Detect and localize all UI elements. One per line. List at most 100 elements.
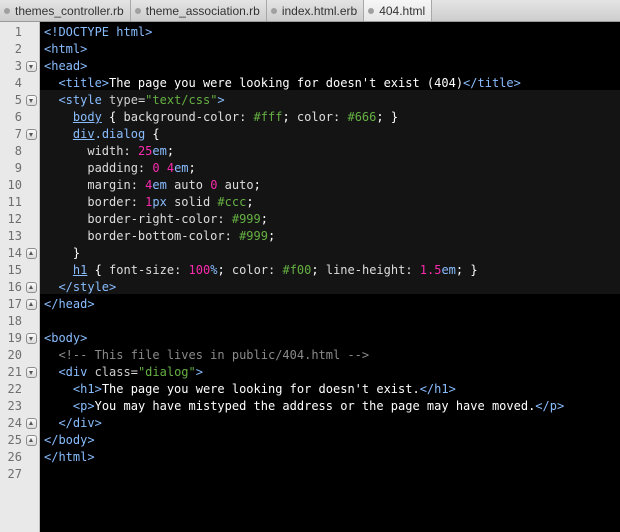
gutter-row: 16 xyxy=(0,279,39,296)
gutter-row: 5 xyxy=(0,92,39,109)
editor-window: themes_controller.rb theme_association.r… xyxy=(0,0,620,532)
line-number: 15 xyxy=(7,263,22,277)
code-token: #999 xyxy=(231,212,261,226)
code-line: <p>You may have mistyped the address or … xyxy=(44,398,564,415)
code-line: <h1>The page you were looking for doesn'… xyxy=(44,381,456,398)
code-line: </head> xyxy=(44,296,95,313)
tab-404-html[interactable]: 404.html xyxy=(364,0,433,21)
code-editor[interactable]: <!DOCTYPE html> <html> <head> <title>The p… xyxy=(40,22,620,532)
tab-themes-controller[interactable]: themes_controller.rb xyxy=(0,0,131,21)
code-token: font-size: xyxy=(109,263,189,277)
code-line: </html> xyxy=(44,449,95,466)
code-token: em xyxy=(441,263,456,277)
code-token: em xyxy=(152,178,167,192)
fold-end-icon[interactable] xyxy=(26,248,37,259)
code-token: em xyxy=(174,161,189,175)
tab-theme-association[interactable]: theme_association.rb xyxy=(130,0,267,21)
gutter-row: 17 xyxy=(0,296,39,313)
code-token: type xyxy=(101,93,138,107)
fold-collapse-icon[interactable] xyxy=(26,95,37,106)
gutter-row: 23 xyxy=(0,398,39,415)
code-token: <style xyxy=(58,93,102,107)
code-line: border-right-color: #999; xyxy=(44,211,268,228)
line-number: 22 xyxy=(7,382,22,396)
code-token: <!DOCTYPE html> xyxy=(44,25,153,39)
fold-end-icon[interactable] xyxy=(26,282,37,293)
code-line: <div class="dialog"> xyxy=(44,364,203,381)
gutter-row: 3 xyxy=(0,58,39,75)
fold-collapse-icon[interactable] xyxy=(26,61,37,72)
line-number: 1 xyxy=(14,25,22,39)
line-number-gutter[interactable]: 1 2 3 4 5 6 7 8 9 10 11 12 13 14 15 16 17 18 19 20 21 22 23 24 2… xyxy=(0,22,40,532)
code-token: #fff xyxy=(253,110,283,124)
gutter-row: 4 xyxy=(0,75,39,92)
gutter-row: 18 xyxy=(0,313,39,330)
code-line: h1 { font-size: 100%; color: #f00; line-… xyxy=(44,262,478,279)
gutter-row: 12 xyxy=(0,211,39,228)
code-token: #ccc xyxy=(217,195,247,209)
gutter-row: 24 xyxy=(0,415,39,432)
code-line: <title>The page you were looking for doe… xyxy=(44,75,521,92)
code-line: margin: 4em auto 0 auto; xyxy=(44,177,260,194)
code-token: width: xyxy=(87,144,138,158)
file-icon xyxy=(270,7,277,14)
code-token: solid xyxy=(166,195,218,209)
code-token: ; xyxy=(267,229,276,243)
code-token: <title> xyxy=(58,76,110,90)
code-token: <div xyxy=(58,365,88,379)
code-token: The page you were looking for doesn't ex… xyxy=(109,76,464,90)
code-token: "text/css" xyxy=(145,93,218,107)
tab-label: theme_association.rb xyxy=(145,3,260,18)
line-number: 2 xyxy=(14,42,22,56)
code-token: 1.5 xyxy=(419,263,442,277)
code-line: } xyxy=(44,245,80,262)
fold-collapse-icon[interactable] xyxy=(26,129,37,140)
code-token: <!-- This file lives in public/404.html … xyxy=(58,348,370,362)
line-number: 14 xyxy=(7,246,22,260)
code-line: padding: 0 4em; xyxy=(44,160,196,177)
code-token: 100 xyxy=(188,263,211,277)
code-token: > xyxy=(195,365,203,379)
tab-bar: themes_controller.rb theme_association.r… xyxy=(0,0,620,22)
code-token: ; xyxy=(260,212,268,226)
tab-label: index.html.erb xyxy=(281,3,358,18)
code-token: </title> xyxy=(463,76,521,90)
line-number: 24 xyxy=(7,416,22,430)
fold-collapse-icon[interactable] xyxy=(26,367,37,378)
line-number: 23 xyxy=(7,399,22,413)
code-line: <body> xyxy=(44,330,87,347)
line-number: 18 xyxy=(7,314,22,328)
file-icon xyxy=(134,7,141,14)
code-token: ; xyxy=(188,161,196,175)
line-number: 17 xyxy=(7,297,22,311)
code-token: h1 xyxy=(72,263,88,277)
fold-collapse-icon[interactable] xyxy=(26,333,37,344)
line-number: 21 xyxy=(7,365,22,379)
code-token: </style> xyxy=(58,280,117,294)
code-line: border-bottom-color: #999; xyxy=(44,228,275,245)
code-token: </h1> xyxy=(419,382,456,396)
code-token: ; } xyxy=(455,263,478,277)
fold-end-icon[interactable] xyxy=(26,418,37,429)
gutter-row: 13 xyxy=(0,228,39,245)
fold-end-icon[interactable] xyxy=(26,299,37,310)
code-token: <head> xyxy=(44,59,88,73)
tab-index-html-erb[interactable]: index.html.erb xyxy=(266,0,365,21)
code-token: auto xyxy=(217,178,254,192)
code-line: <html> xyxy=(44,41,87,58)
line-number: 5 xyxy=(14,93,22,107)
tab-bar-empty-area xyxy=(432,0,620,21)
code-line: </div> xyxy=(44,415,101,432)
fold-end-icon[interactable] xyxy=(26,435,37,446)
code-token: } xyxy=(44,246,81,260)
code-token: em xyxy=(152,144,167,158)
line-number: 20 xyxy=(7,348,22,362)
gutter-row: 2 xyxy=(0,41,39,58)
tab-label: themes_controller.rb xyxy=(15,3,124,18)
